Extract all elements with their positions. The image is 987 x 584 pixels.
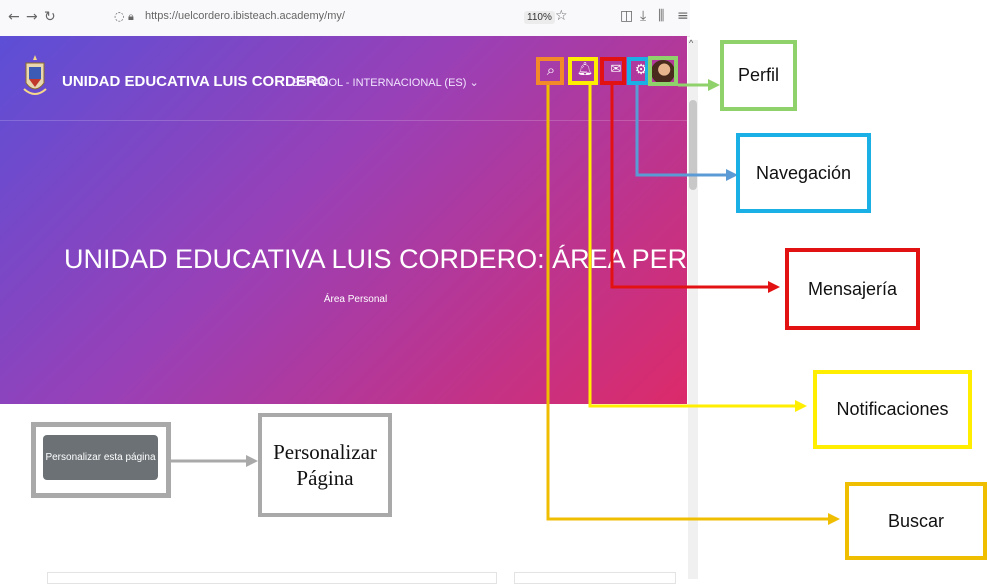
callout-navegacion: Navegación — [736, 133, 871, 213]
callout-perfil: Perfil — [720, 40, 797, 111]
callout-notificaciones: Notificaciones — [813, 370, 972, 449]
callout-mensajeria: Mensajería — [785, 248, 920, 330]
callout-personalizar: Personalizar Página — [258, 413, 392, 517]
callout-buscar: Buscar — [845, 482, 987, 560]
